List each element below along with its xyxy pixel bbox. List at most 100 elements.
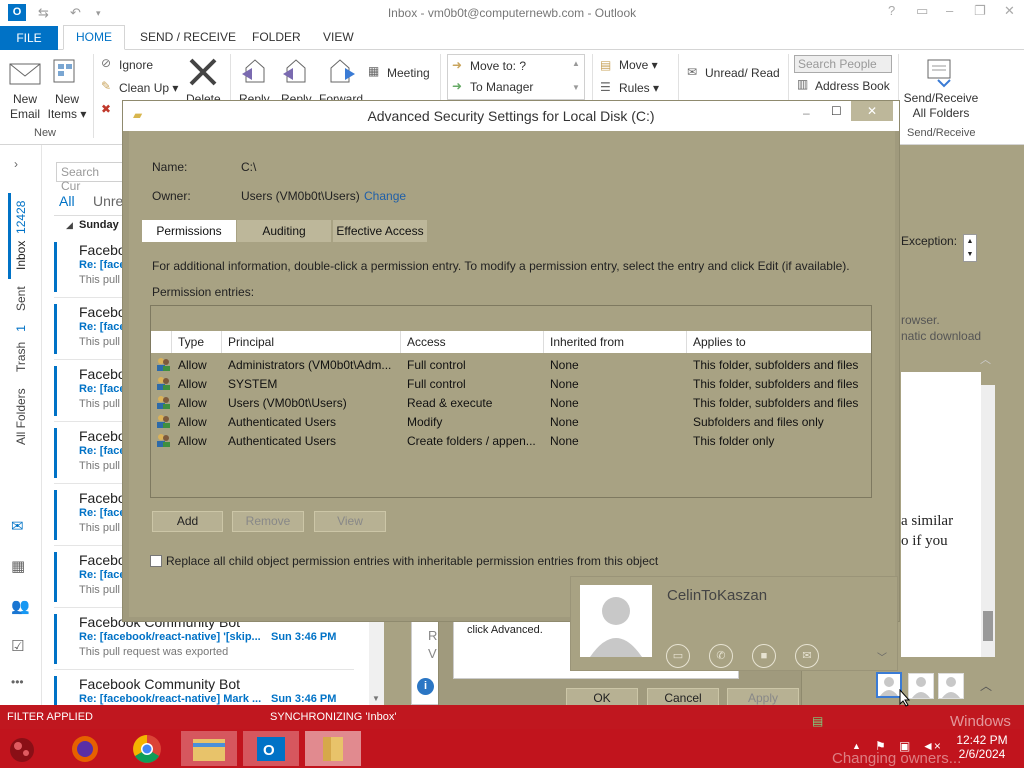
help-icon[interactable]: ? bbox=[888, 3, 895, 18]
ribbon-display-icon[interactable]: ▭ bbox=[916, 3, 928, 19]
tab-send-receive[interactable]: SEND / RECEIVE bbox=[140, 30, 236, 44]
folder-taskbar-icon[interactable] bbox=[305, 731, 361, 766]
people-pane-collapse-icon[interactable]: ︿ bbox=[980, 677, 992, 694]
change-owner-link[interactable]: Change bbox=[364, 189, 406, 203]
col-inherited-from[interactable]: Inherited from bbox=[550, 335, 624, 349]
col-type[interactable]: Type bbox=[178, 335, 204, 349]
reply-icon[interactable] bbox=[240, 56, 270, 88]
ignore-button[interactable]: Ignore bbox=[119, 58, 153, 73]
show-hidden-icons[interactable]: ▲ bbox=[852, 741, 861, 751]
table-row[interactable]: Allow Administrators (VM0b0t\Adm... Full c… bbox=[151, 355, 871, 374]
nav-inbox[interactable]: Inbox 12428 bbox=[14, 201, 28, 270]
gallery-up-icon[interactable]: ▲ bbox=[572, 59, 580, 68]
tab-auditing[interactable]: Auditing bbox=[237, 220, 331, 242]
new-email-icon[interactable] bbox=[8, 60, 42, 86]
add-button[interactable]: Add bbox=[152, 511, 223, 532]
mail-icon[interactable]: ✉ bbox=[11, 517, 24, 535]
rules-button[interactable]: Rules ▾ bbox=[619, 81, 659, 96]
dialog-close-button[interactable]: ✕ bbox=[851, 101, 893, 121]
quick-steps-gallery[interactable]: ➜ Move to: ? ➜ To Manager ▲ ▼ bbox=[447, 54, 585, 100]
table-row[interactable]: Allow Users (VM0b0t\Users) Read & execute N… bbox=[151, 393, 871, 412]
replace-checkbox[interactable] bbox=[150, 555, 162, 567]
calendar-icon[interactable]: ▦ bbox=[11, 557, 25, 575]
person-icon-2[interactable] bbox=[908, 673, 934, 699]
junk-icon[interactable]: ✖ bbox=[101, 102, 111, 116]
network-icon[interactable]: ▣ bbox=[899, 739, 910, 753]
nav-sent[interactable]: Sent bbox=[14, 286, 28, 311]
video-icon[interactable]: ■ bbox=[752, 644, 776, 668]
exception-spinner[interactable]: ▲ ▼ bbox=[963, 234, 977, 262]
new-items-icon[interactable] bbox=[52, 58, 82, 86]
start-button-icon[interactable] bbox=[4, 733, 40, 765]
delete-icon[interactable] bbox=[187, 56, 219, 88]
tab-effective-access[interactable]: Effective Access bbox=[333, 220, 427, 242]
view-button[interactable]: View bbox=[314, 511, 386, 532]
more-icon[interactable]: ••• bbox=[11, 675, 24, 689]
action-center-icon[interactable]: ⚑ bbox=[875, 739, 886, 753]
reading-scrollbar[interactable] bbox=[981, 385, 995, 657]
reply-all-icon[interactable] bbox=[281, 56, 311, 88]
file-explorer-icon[interactable] bbox=[181, 731, 237, 766]
im-icon[interactable]: ▭ bbox=[666, 644, 690, 668]
card-expand-icon[interactable]: ﹀ bbox=[877, 649, 887, 664]
table-row[interactable]: Allow SYSTEM Full control None This folder, … bbox=[151, 374, 871, 393]
tab-view[interactable]: VIEW bbox=[323, 30, 354, 44]
table-row[interactable]: Allow Authenticated Users Modify None Subfol… bbox=[151, 412, 871, 431]
outlook-tray-icon[interactable]: ▤ bbox=[812, 714, 823, 728]
firefox-icon[interactable] bbox=[57, 731, 113, 766]
col-access[interactable]: Access bbox=[407, 335, 446, 349]
expand-nav-icon[interactable]: › bbox=[14, 157, 18, 171]
email-icon[interactable]: ✉ bbox=[795, 644, 819, 668]
table-row[interactable]: Allow Authenticated Users Create folders /… bbox=[151, 431, 871, 450]
message-preview: This pull bbox=[79, 336, 120, 348]
tab-permissions[interactable]: Permissions bbox=[142, 220, 236, 242]
person-icon-3[interactable] bbox=[938, 673, 964, 699]
group-header-label: Sunday bbox=[79, 219, 119, 231]
maximize-icon[interactable]: ❐ bbox=[974, 3, 986, 19]
search-people-input[interactable]: Search People bbox=[794, 55, 892, 73]
people-icon[interactable]: 👥 bbox=[11, 597, 30, 615]
meeting-button[interactable]: Meeting bbox=[387, 66, 430, 81]
minimize-icon[interactable]: – bbox=[946, 3, 953, 18]
row-principal: Authenticated Users bbox=[228, 415, 337, 429]
col-applies-to[interactable]: Applies to bbox=[693, 335, 746, 349]
tasks-icon[interactable]: ☑ bbox=[11, 637, 24, 655]
dialog-maximize-icon[interactable]: ☐ bbox=[831, 104, 842, 118]
tab-file[interactable]: FILE bbox=[0, 26, 58, 50]
collapse-icon[interactable]: ︿ bbox=[980, 351, 991, 367]
address-book-button[interactable]: Address Book bbox=[815, 79, 890, 94]
dialog-minimize-icon[interactable]: – bbox=[803, 106, 810, 120]
close-icon[interactable]: ✕ bbox=[1004, 3, 1015, 19]
filter-all[interactable]: All bbox=[59, 193, 75, 209]
permission-entries-table[interactable]: Type Principal Access Inherited from App… bbox=[150, 305, 872, 498]
gallery-down-icon[interactable]: ▼ bbox=[572, 83, 580, 92]
outlook-taskbar-icon[interactable]: O bbox=[243, 731, 299, 766]
filter-unread[interactable]: Unre bbox=[93, 193, 123, 209]
tab-home[interactable]: HOME bbox=[63, 25, 125, 50]
users-icon bbox=[155, 375, 171, 394]
search-mailbox-input[interactable]: Search Cur bbox=[56, 162, 126, 193]
volume-icon[interactable]: ◄× bbox=[922, 739, 941, 753]
move-button[interactable]: Move ▾ bbox=[619, 58, 658, 73]
chrome-icon[interactable] bbox=[119, 731, 175, 766]
new-items-button[interactable]: New Items ▾ bbox=[46, 92, 88, 122]
clean-up-button[interactable]: Clean Up ▾ bbox=[119, 81, 178, 96]
call-icon[interactable]: ✆ bbox=[709, 644, 733, 668]
new-email-button[interactable]: New Email bbox=[6, 92, 44, 122]
quick-step-to-manager[interactable]: To Manager bbox=[470, 80, 533, 95]
clock[interactable]: 12:42 PM 2/6/2024 bbox=[952, 733, 1012, 761]
unread-read-button[interactable]: Unread/ Read bbox=[705, 66, 780, 81]
send-receive-all-button[interactable]: Send/Receive All Folders bbox=[902, 91, 980, 121]
remove-button[interactable]: Remove bbox=[232, 511, 304, 532]
nav-trash[interactable]: Trash 1 bbox=[14, 325, 28, 372]
col-principal[interactable]: Principal bbox=[228, 335, 274, 349]
tab-folder[interactable]: FOLDER bbox=[252, 30, 301, 44]
nav-all-folders[interactable]: All Folders bbox=[14, 388, 28, 445]
message-preview: This pull bbox=[79, 460, 120, 472]
quick-step-move-to[interactable]: Move to: ? bbox=[470, 59, 526, 74]
name-label: Name: bbox=[152, 160, 188, 174]
send-receive-all-icon[interactable] bbox=[924, 56, 956, 88]
forward-icon[interactable] bbox=[325, 56, 357, 88]
meeting-icon: ▦ bbox=[368, 64, 380, 78]
name-value: C:\ bbox=[241, 160, 257, 174]
